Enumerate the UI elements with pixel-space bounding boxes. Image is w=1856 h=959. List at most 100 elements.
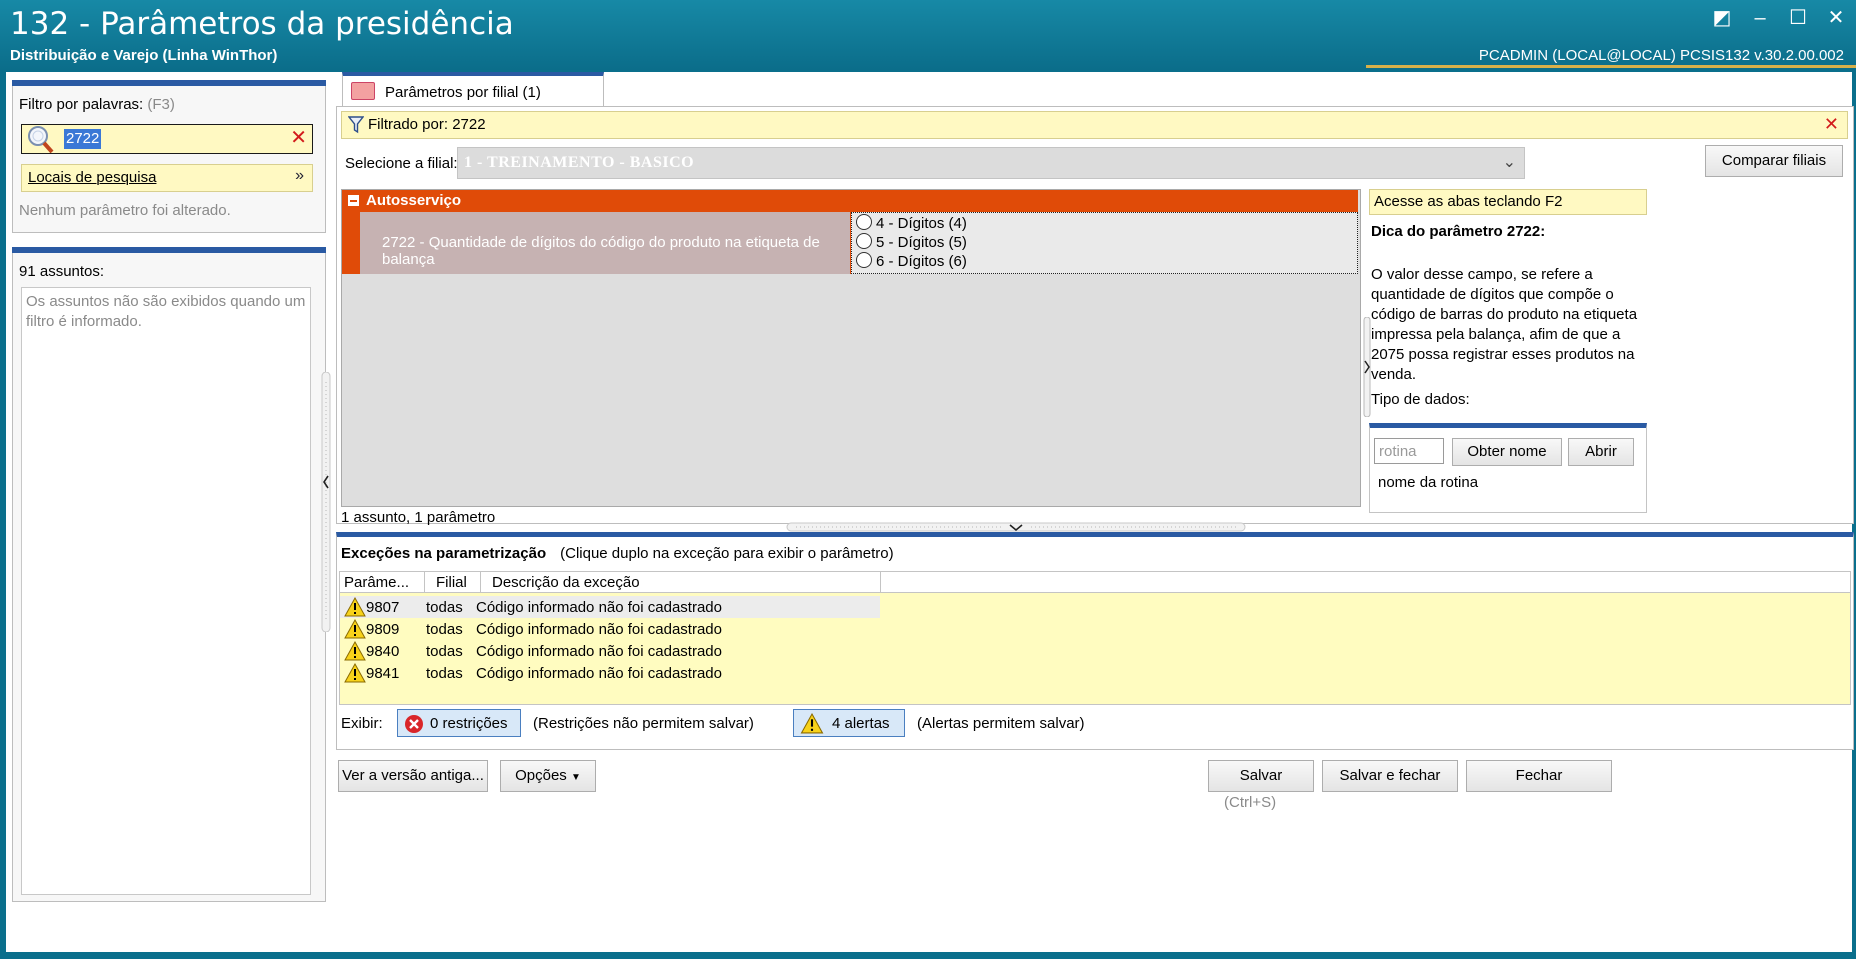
radio-icon bbox=[856, 214, 872, 230]
no-changes-text: Nenhum parâmetro foi alterado. bbox=[19, 202, 231, 219]
option-label: 5 - Dígitos (5) bbox=[876, 234, 967, 251]
options-label: Opções bbox=[515, 767, 567, 784]
table-row[interactable]: 9809 todas Código informado não foi cada… bbox=[340, 618, 880, 640]
exceptions-table: Parâme... Filial Descrição da exceção 98… bbox=[339, 571, 1851, 705]
option-6-digits[interactable]: 6 - Dígitos (6) bbox=[856, 252, 967, 271]
warning-icon bbox=[344, 663, 366, 683]
row-description: Código informado não foi cadastrado bbox=[476, 665, 722, 682]
window-subtitle: Distribuição e Varejo (Linha WinThor) bbox=[10, 47, 278, 64]
subjects-label: 91 assuntos: bbox=[19, 263, 105, 280]
rotina-box: Obter nome Abrir nome da rotina bbox=[1369, 423, 1647, 513]
folder-icon bbox=[351, 82, 375, 100]
main-area: Parâmetros por filial (1) Filtrado por: … bbox=[336, 72, 1854, 952]
tab-content: Filtrado por: 2722 ✕ Selecione a filial:… bbox=[336, 106, 1854, 526]
filter-label: Filtro por palavras: (F3) bbox=[19, 96, 175, 113]
hint-text: Acesse as abas teclando F2 bbox=[1374, 193, 1563, 210]
row-filial: todas bbox=[426, 665, 463, 682]
old-version-button[interactable]: Ver a versão antiga... bbox=[338, 760, 488, 792]
window-controls: ◩ – ☐ ✕ bbox=[1712, 8, 1846, 28]
table-row[interactable]: 9841 todas Código informado não foi cada… bbox=[340, 662, 880, 684]
abrir-button[interactable]: Abrir bbox=[1568, 438, 1634, 466]
restricoes-note: (Restrições não permitem salvar) bbox=[533, 715, 754, 732]
table-row[interactable]: 9807 todas Código informado não foi cada… bbox=[340, 596, 880, 618]
row-filial: todas bbox=[426, 621, 463, 638]
title-bar: 132 - Parâmetros da presidência Distribu… bbox=[0, 0, 1856, 70]
warning-icon bbox=[800, 713, 824, 734]
close-window-button[interactable]: Fechar bbox=[1466, 760, 1612, 792]
filial-label: Selecione a filial: bbox=[345, 155, 458, 172]
group-header[interactable]: Autosserviço bbox=[342, 190, 1358, 212]
alertas-button[interactable]: 4 alertas bbox=[793, 709, 905, 737]
row-description: Código informado não foi cadastrado bbox=[476, 599, 722, 616]
column-param[interactable]: Parâme... bbox=[344, 574, 409, 591]
search-box[interactable]: 2722 ✕ bbox=[21, 124, 313, 154]
warning-icon bbox=[344, 641, 366, 661]
warning-icon bbox=[344, 619, 366, 639]
search-locations-dropdown[interactable]: Locais de pesquisa » bbox=[21, 164, 313, 192]
alertas-label: 4 alertas bbox=[832, 715, 890, 732]
exceptions-subtitle: (Clique duplo na exceção para exibir o p… bbox=[560, 545, 894, 562]
search-input[interactable]: 2722 bbox=[64, 129, 102, 149]
radio-icon bbox=[856, 233, 872, 249]
collapse-icon[interactable] bbox=[348, 195, 359, 206]
filtered-bar: Filtrado por: 2722 ✕ bbox=[341, 111, 1848, 139]
save-button[interactable]: Salvar bbox=[1208, 760, 1314, 792]
restore-icon[interactable]: ◩ bbox=[1712, 8, 1732, 28]
save-close-button[interactable]: Salvar e fechar bbox=[1322, 760, 1458, 792]
alertas-note: (Alertas permitem salvar) bbox=[917, 715, 1085, 732]
warning-icon bbox=[344, 597, 366, 617]
close-button[interactable]: ✕ bbox=[1826, 8, 1846, 28]
double-chevron-down-icon: » bbox=[295, 167, 304, 184]
dica-text: O valor desse campo, se refere a quantid… bbox=[1371, 266, 1638, 383]
accent-line bbox=[1366, 65, 1856, 68]
count-label: 1 assunto, 1 parâmetro bbox=[341, 509, 496, 526]
row-filial: todas bbox=[426, 599, 463, 616]
compare-filiais-button[interactable]: Comparar filiais bbox=[1705, 145, 1843, 177]
row-filial: todas bbox=[426, 643, 463, 660]
clear-filter-icon[interactable]: ✕ bbox=[1824, 114, 1839, 135]
minimize-button[interactable]: – bbox=[1750, 8, 1770, 28]
subjects-list[interactable]: Os assuntos não são exibidos quando um f… bbox=[21, 287, 311, 895]
column-separator bbox=[424, 572, 425, 592]
option-label: 6 - Dígitos (6) bbox=[876, 253, 967, 270]
tab-parametros-filial[interactable]: Parâmetros por filial (1) bbox=[342, 72, 604, 110]
exceptions-panel: Exceções na parametrização (Clique duplo … bbox=[336, 532, 1854, 750]
filial-select[interactable]: 1 - TREINAMENTO - BASICO ⌄ bbox=[457, 147, 1525, 179]
clear-search-icon[interactable]: ✕ bbox=[290, 127, 307, 149]
option-4-digits[interactable]: 4 - Dígitos (4) bbox=[856, 214, 967, 233]
restricoes-label: 0 restrições bbox=[430, 715, 508, 732]
filial-value: 1 - TREINAMENTO - BASICO bbox=[464, 154, 695, 171]
table-row[interactable]: 9840 todas Código informado não foi cada… bbox=[340, 640, 880, 662]
rotina-input[interactable] bbox=[1374, 438, 1444, 464]
row-param: 9809 bbox=[366, 621, 400, 638]
dica-title: Dica do parâmetro 2722: bbox=[1371, 223, 1546, 240]
options-button[interactable]: Opções ▼ bbox=[500, 760, 596, 792]
option-label: 4 - Dígitos (4) bbox=[876, 215, 967, 232]
left-splitter[interactable] bbox=[320, 372, 332, 632]
option-5-digits[interactable]: 5 - Dígitos (5) bbox=[856, 233, 967, 252]
exceptions-title: Exceções na parametrização bbox=[341, 545, 547, 562]
tipo-dados-label: Tipo de dados: bbox=[1371, 391, 1470, 408]
parameters-grid: Autosserviço 2722 - Quantidade de dígito… bbox=[341, 189, 1361, 507]
subjects-message: Os assuntos não são exibidos quando um f… bbox=[26, 293, 306, 330]
column-filial[interactable]: Filial bbox=[436, 574, 467, 591]
filter-box: Filtro por palavras: (F3) 2722 ✕ Locais … bbox=[12, 86, 326, 233]
search-icon bbox=[28, 126, 54, 153]
maximize-button[interactable]: ☐ bbox=[1788, 8, 1808, 28]
row-param: 9841 bbox=[366, 665, 400, 682]
search-locations-label: Locais de pesquisa bbox=[28, 169, 157, 186]
parameter-description-text: 2722 - Quantidade de dígitos do código d… bbox=[382, 234, 820, 268]
obter-nome-button[interactable]: Obter nome bbox=[1452, 438, 1562, 466]
funnel-icon bbox=[348, 116, 364, 134]
group-title: Autosserviço bbox=[366, 192, 462, 209]
caret-down-icon: ▼ bbox=[570, 772, 581, 783]
horizontal-splitter[interactable] bbox=[786, 522, 1246, 532]
rotina-name-label: nome da rotina bbox=[1378, 474, 1479, 491]
parameter-description: 2722 - Quantidade de dígitos do código d… bbox=[360, 212, 850, 274]
row-description: Código informado não foi cadastrado bbox=[476, 643, 722, 660]
window-title: 132 - Parâmetros da presidência bbox=[10, 6, 514, 42]
column-separator bbox=[880, 572, 881, 592]
restricoes-button[interactable]: 0 restrições bbox=[397, 709, 521, 737]
column-description[interactable]: Descrição da exceção bbox=[492, 574, 640, 591]
